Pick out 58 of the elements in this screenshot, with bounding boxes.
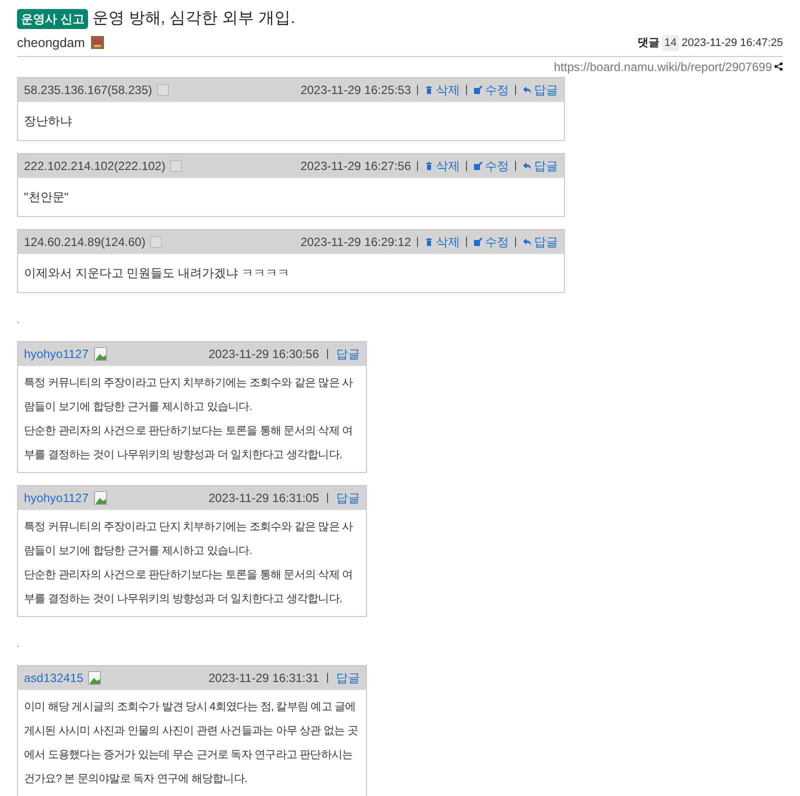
reply-link[interactable]: 답글 [522, 80, 558, 98]
comment-date: 2023-11-29 16:31:31 [208, 670, 319, 686]
reply-icon[interactable] [522, 236, 532, 246]
comment-date: 2023-11-29 16:25:53 [300, 82, 411, 98]
pencil-icon[interactable] [473, 236, 483, 246]
comment-text: "천안문" [24, 188, 70, 204]
pencil-icon[interactable] [473, 84, 483, 94]
post-title: 운영 방해, 심각한 외부 개입. [92, 9, 296, 29]
pencil-icon[interactable] [473, 160, 483, 170]
trash-icon[interactable] [424, 236, 434, 246]
author-name[interactable]: cheongdam [17, 33, 85, 52]
reply-link[interactable]: 답글 [522, 232, 558, 250]
avatar-placeholder [170, 160, 182, 172]
reply-icon[interactable] [522, 160, 532, 170]
delete-link[interactable]: 삭제 [424, 232, 460, 250]
trash-icon[interactable] [424, 84, 434, 94]
post-url-link[interactable]: https://board.namu.wiki/b/report/2907699 [554, 58, 772, 76]
comment-count: 14 [662, 34, 679, 51]
comment-author: 222.102.214.102(222.102) [24, 158, 166, 174]
delete-link[interactable]: 삭제 [424, 156, 460, 174]
post-date: 2023-11-29 16:47:25 [682, 36, 783, 50]
comment-label: 댓글 [637, 36, 660, 50]
comment-text: 특정 커뮤니티의 주장이라고 단지 치부하기에는 조회수와 같은 많은 사람들이 보기에 합당한 근거를 제시하고 있습니다. [24, 520, 354, 558]
reply-link[interactable]: 답글 [336, 668, 360, 686]
comment-date: 2023-11-29 16:31:05 [208, 490, 319, 506]
separator-dot: . [17, 314, 20, 324]
reply-icon[interactable] [522, 84, 532, 94]
comment-text: 장난하냐 [24, 112, 73, 128]
comment-text: 단순한 관리자의 사건으로 판단하기보다는 토론을 통해 문서의 삭제 여부를 결정하는 것이 나무위키의 방향성과 더 일치한다고 생각합니다. [24, 424, 354, 462]
comment-author: 124.60.214.89(124.60) [24, 234, 146, 250]
comment-author: 58.235.136.167(58.235) [24, 82, 152, 98]
edit-link[interactable]: 수정 [473, 80, 509, 98]
broken-image-icon [94, 346, 108, 360]
comment-text: 특정 커뮤니티의 주장이라고 단지 치부하기에는 조회수와 같은 많은 사람들이 보기에 합당한 근거를 제시하고 있습니다. [24, 376, 354, 414]
comment-date: 2023-11-29 16:30:56 [208, 346, 319, 362]
comment-date: 2023-11-29 16:29:12 [300, 234, 411, 250]
reply-link[interactable]: 답글 [336, 344, 360, 362]
author-badge-icon [90, 36, 104, 50]
trash-icon[interactable] [424, 160, 434, 170]
comment-text: 이미 해당 게시글의 조회수가 발견 당시 4회였다는 점, 칼부림 예고 글에 게시된 사시미 사진과 인물의 사진이 관련 사건들과는 아무 상관 없는 곳에서 도용했다는 증거가 있는데 무슨 근거로 독자 연구라고 판단하시는 건가요? 본 문의야말로 독자 연구에 해당합니다. [24, 700, 359, 786]
avatar-placeholder [157, 84, 170, 96]
broken-image-icon [88, 670, 102, 684]
comment-author[interactable]: hyohyo1127 [24, 488, 88, 506]
edit-link[interactable]: 수정 [473, 232, 509, 250]
delete-link[interactable]: 삭제 [424, 80, 460, 98]
share-icon[interactable] [774, 62, 783, 71]
comment-author[interactable]: hyohyo1127 [24, 344, 88, 362]
edit-link[interactable]: 수정 [473, 156, 509, 174]
comment-author[interactable]: asd132415 [24, 668, 84, 686]
reply-link[interactable]: 답글 [336, 488, 360, 506]
broken-image-icon [94, 490, 108, 504]
category-badge: 운영사 신고 [17, 9, 88, 29]
separator-dot: . [17, 638, 20, 648]
reply-link[interactable]: 답글 [522, 156, 558, 174]
comment-text: 이제와서 지운다고 민원들도 내려가겠냐 ㅋㅋㅋㅋ [24, 264, 290, 280]
comment-date: 2023-11-29 16:27:56 [300, 158, 411, 174]
avatar-placeholder [150, 236, 162, 248]
comment-text: 단순한 관리자의 사건으로 판단하기보다는 토론을 통해 문서의 삭제 여부를 결정하는 것이 나무위키의 방향성과 더 일치한다고 생각합니다. [24, 568, 354, 606]
